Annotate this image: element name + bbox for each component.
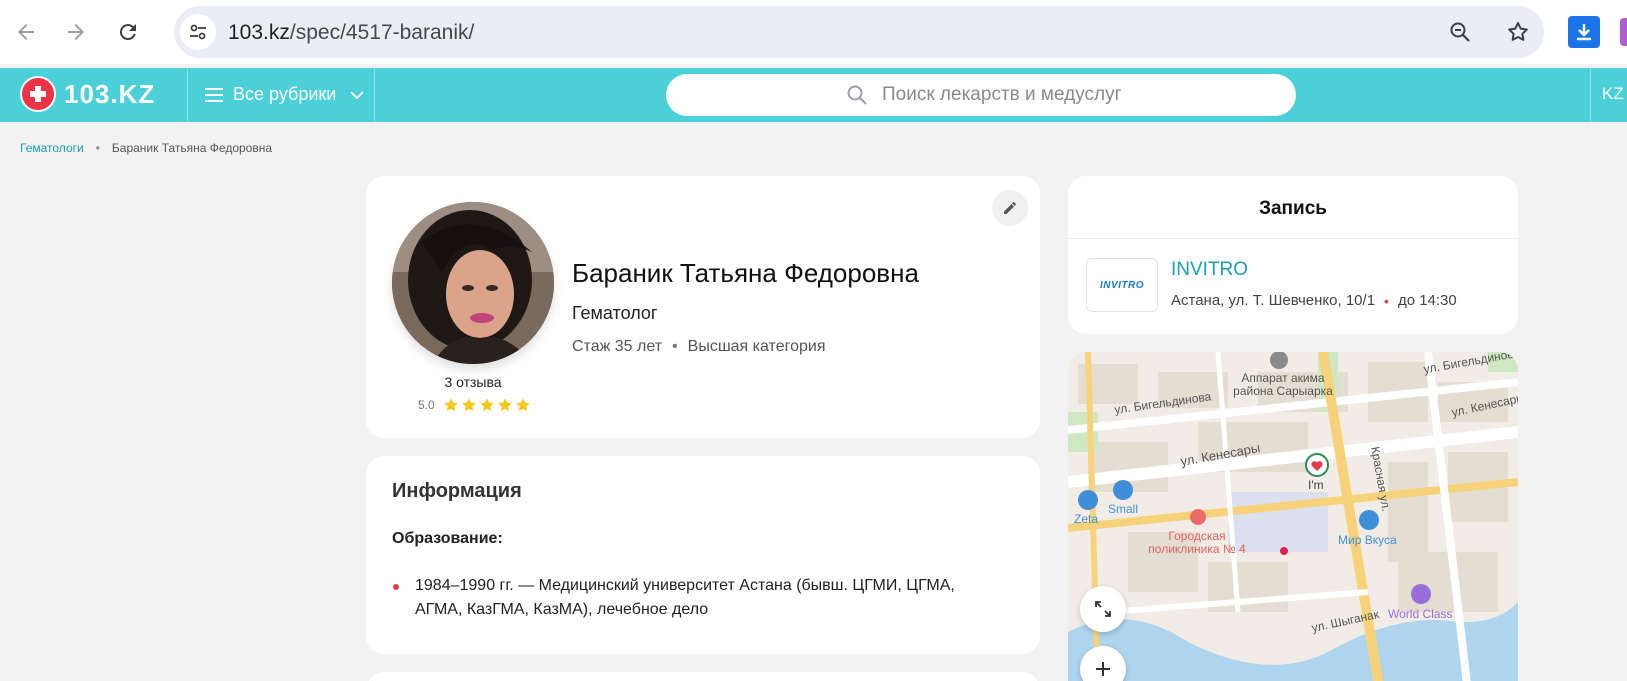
doctor-specialty[interactable]: Гематолог	[572, 303, 657, 324]
clinic-name-link[interactable]: INVITRO	[1171, 259, 1248, 281]
star-icon	[516, 398, 530, 412]
extension-icon[interactable]	[1620, 18, 1627, 46]
information-card: Информация Образование: 1984–1990 гг. — …	[366, 456, 1040, 654]
hamburger-icon	[205, 87, 223, 102]
map-poi-world-class: World Class	[1388, 607, 1453, 621]
map-poi-akimat: Аппарат акима района Сарыарка	[1233, 371, 1333, 398]
url-host: 103.kz	[228, 21, 290, 44]
clinic-logo[interactable]: INVITRO	[1086, 258, 1158, 312]
url-path: /spec/4517-baranik/	[289, 21, 475, 44]
site-logo[interactable]: 103.KZ	[20, 76, 155, 112]
edit-button[interactable]	[992, 190, 1028, 226]
back-arrow-icon[interactable]	[8, 14, 44, 50]
information-title: Информация	[392, 480, 522, 502]
clinic-address: Астана, ул. Т. Шевченко, 10/1 • до 14:30	[1171, 292, 1457, 309]
search-input[interactable]	[882, 82, 1262, 108]
site-settings-icon[interactable]	[180, 14, 216, 50]
header-divider	[1590, 68, 1591, 122]
address-bar[interactable]: 103.kz/spec/4517-baranik/	[174, 6, 1544, 58]
search-icon	[847, 85, 867, 105]
education-title: Образование:	[392, 530, 503, 547]
header-divider	[374, 68, 375, 122]
logo-text: 103.KZ	[64, 78, 156, 109]
star-icon	[462, 398, 476, 412]
meta-separator: •	[672, 338, 678, 355]
rating: 5.0	[418, 397, 533, 413]
bookmark-star-icon[interactable]	[1504, 18, 1532, 46]
url-text[interactable]: 103.kz/spec/4517-baranik/	[228, 21, 474, 45]
forward-arrow-icon[interactable]	[58, 14, 94, 50]
map[interactable]: ул. Бигельдинова ул. Бигельдинова ул. Ке…	[1068, 352, 1518, 681]
header-divider	[187, 68, 188, 122]
star-icon	[444, 398, 458, 412]
map-expand-button[interactable]	[1080, 586, 1126, 632]
doctor-name: Бараник Татьяна Федоровна	[572, 258, 919, 288]
booking-title: Запись	[1259, 198, 1327, 219]
download-icon[interactable]	[1568, 16, 1600, 48]
breadcrumb-separator: •	[95, 141, 100, 155]
reload-icon[interactable]	[110, 14, 146, 50]
search-bar[interactable]	[666, 74, 1296, 116]
map-poi-mir-vkusa: Мир Вкуса	[1338, 533, 1397, 547]
clinic-address-text: Астана, ул. Т. Шевченко, 10/1	[1171, 292, 1376, 309]
browser-toolbar: 103.kz/spec/4517-baranik/	[0, 0, 1627, 64]
pencil-icon	[1004, 202, 1016, 214]
address-separator: •	[1384, 292, 1389, 309]
medical-cross-icon	[20, 76, 56, 112]
doctor-profile-card: 3 отзыва 5.0 Бараник Татьяна Федоровна Г…	[366, 176, 1040, 438]
language-switch[interactable]: KZ	[1602, 84, 1624, 104]
reviews-count[interactable]: 3 отзыва	[366, 374, 580, 390]
experience: Стаж 35 лет	[572, 338, 663, 355]
star-icon	[480, 398, 494, 412]
education-item: 1984–1990 гг. — Медицинский университет …	[392, 574, 1002, 622]
map-poi-im: I'm	[1308, 478, 1324, 492]
divider	[1068, 238, 1518, 239]
next-section-card	[366, 672, 1040, 681]
zoom-icon[interactable]	[1446, 18, 1474, 46]
plus-icon	[1096, 662, 1110, 676]
rubrics-label: Все рубрики	[233, 84, 337, 104]
doctor-avatar	[392, 202, 554, 364]
site-header: 103.KZ Все рубрики KZ	[0, 68, 1627, 122]
breadcrumb-current: Бараник Татьяна Федоровна	[111, 141, 273, 155]
clinic-hours: до 14:30	[1397, 292, 1457, 309]
map-poi-small: Small	[1108, 502, 1139, 516]
breadcrumb-link-hematologists[interactable]: Гематологи	[20, 141, 84, 155]
map-poi-zeta: Zeta	[1074, 512, 1099, 526]
expand-icon	[1095, 601, 1111, 617]
rating-score: 5.0	[418, 398, 435, 412]
star-icon	[498, 398, 512, 412]
map-poi-polyclinic: Городская поликлиника № 4	[1148, 529, 1246, 556]
booking-card: Запись INVITRO INVITRO Астана, ул. Т. Ше…	[1068, 176, 1518, 334]
doctor-meta: Стаж 35 лет • Высшая категория	[572, 338, 825, 356]
all-rubrics-menu[interactable]: Все рубрики	[205, 84, 364, 105]
breadcrumb: Гематологи • Бараник Татьяна Федоровна	[20, 141, 272, 155]
category: Высшая категория	[687, 338, 826, 355]
chevron-down-icon	[350, 90, 364, 99]
